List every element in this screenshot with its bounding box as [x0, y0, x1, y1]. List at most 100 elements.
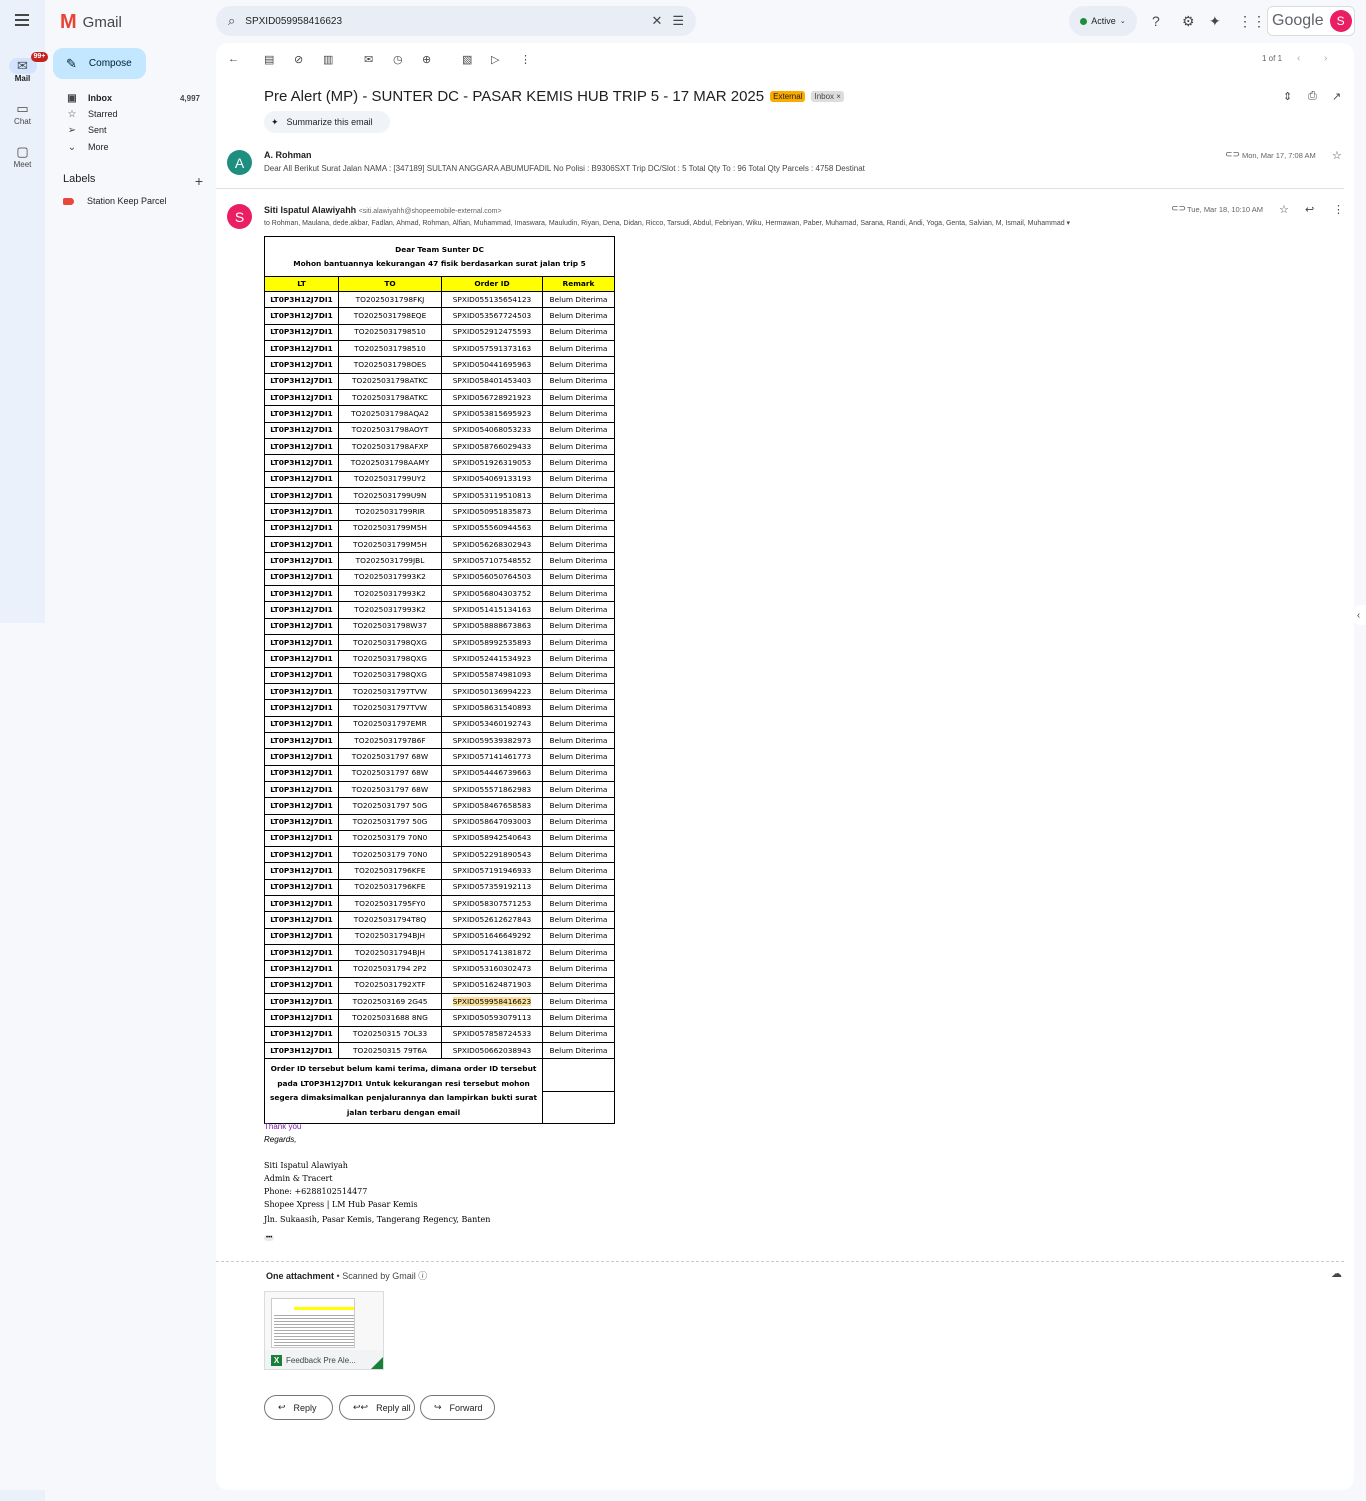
- open-new-window-icon[interactable]: ↗: [1332, 90, 1341, 103]
- table-row: LT0P3H12J7DI1 TO2025031798ATKC SPXID058401…: [264, 372, 615, 390]
- table-cell-rm: Belum Diterima: [542, 682, 615, 701]
- reply-button[interactable]: ↩ Reply: [264, 1395, 333, 1420]
- gmail-logo[interactable]: M Gmail: [60, 11, 122, 33]
- forward-button[interactable]: ↪ Forward: [420, 1395, 495, 1420]
- mark-unread-icon[interactable]: ✉: [364, 53, 373, 66]
- main-menu-icon[interactable]: [15, 14, 29, 29]
- table-cell-lt: LT0P3H12J7DI1: [264, 813, 339, 831]
- table-cell-to: TO2025031797 50G: [338, 797, 442, 815]
- status-button[interactable]: Active ⌄: [1069, 6, 1137, 36]
- summarize-button[interactable]: ✦ Summarize this email: [264, 111, 390, 133]
- more-vert-icon[interactable]: ⋮: [1333, 203, 1344, 216]
- gear-icon[interactable]: ⚙: [1182, 13, 1195, 30]
- star-icon[interactable]: ☆: [1279, 203, 1289, 216]
- pre-alert-table: Dear Team Sunter DC Mohon bantuannya kek…: [264, 236, 615, 1125]
- snooze-icon[interactable]: ◷: [393, 53, 403, 66]
- add-label-icon[interactable]: +: [195, 173, 203, 189]
- rail-meet[interactable]: ▢ Meet: [0, 144, 45, 169]
- recipients-line[interactable]: to Rohman, Maulana, dede.akbar, Fadlan, …: [264, 219, 1070, 227]
- search-bar[interactable]: ⌕ ✕ ☰: [216, 6, 696, 36]
- search-icon[interactable]: ⌕: [228, 13, 235, 29]
- gemini-icon[interactable]: ✦: [1209, 13, 1221, 30]
- table-row: LT0P3H12J7DI1 TO2025031799RIR SPXID0509518…: [264, 503, 615, 521]
- table-cell-lt: LT0P3H12J7DI1: [264, 519, 339, 537]
- table-cell-to: TO2025031798AOYT: [338, 421, 442, 439]
- table-cell-rm: Belum Diterima: [542, 927, 615, 946]
- sender-name[interactable]: A. Rohman: [264, 150, 312, 160]
- help-icon[interactable]: ?: [1152, 13, 1160, 29]
- show-side-panel-icon[interactable]: ‹: [1351, 605, 1366, 625]
- add-task-icon[interactable]: ⊕: [422, 53, 431, 66]
- table-row: LT0P3H12J7DI1 TO20250317993K2 SPXID0560507…: [264, 568, 615, 586]
- table-cell-oid: SPXID055571862983: [441, 780, 543, 799]
- table-row: LT0P3H12J7DI1 TO2025031796KFE SPXID0571919…: [264, 862, 615, 880]
- reply-all-button[interactable]: ↩↩ Reply all: [339, 1395, 415, 1420]
- sidebar-item-sent[interactable]: ➢ Sent: [53, 122, 208, 138]
- sidebar-item-starred[interactable]: ☆ Starred: [53, 106, 208, 122]
- table-cell-oid: SPXID055135654123: [441, 290, 543, 309]
- compose-button[interactable]: ✎ Compose: [53, 48, 146, 79]
- table-cell-lt: LT0P3H12J7DI1: [264, 1042, 339, 1060]
- table-row: LT0P3H12J7DI1 TO2025031798AAMY SPXID051926…: [264, 454, 615, 472]
- app-rail: [0, 0, 45, 623]
- rail-mail[interactable]: ✉ 99+ Mail: [0, 52, 49, 83]
- external-badge: External: [770, 91, 806, 102]
- table-row: LT0P3H12J7DI1 TO2025031688 8NG SPXID050593…: [264, 1009, 615, 1027]
- show-trimmed-content-button[interactable]: •••: [264, 1235, 275, 1241]
- chat-icon: ▭: [16, 101, 29, 116]
- back-arrow-icon[interactable]: ←: [228, 53, 239, 65]
- search-input[interactable]: [245, 15, 642, 27]
- table-row: LT0P3H12J7DI1 TO2025031799M5H SPXID0555609…: [264, 519, 615, 537]
- attachment-thumbnail[interactable]: X Feedback Pre Ale...: [264, 1291, 384, 1370]
- expand-all-icon[interactable]: ⇕: [1283, 90, 1292, 103]
- archive-icon[interactable]: ▤: [264, 53, 274, 66]
- table-cell-lt: LT0P3H12J7DI1: [264, 421, 339, 439]
- table-cell-oid: SPXID057858724533: [441, 1025, 543, 1044]
- save-to-drive-icon[interactable]: ☁: [1331, 1267, 1342, 1280]
- mail-icon: ✉ 99+: [8, 52, 49, 74]
- table-cell-rm: Belum Diterima: [542, 993, 615, 1011]
- delete-icon[interactable]: ▥: [323, 53, 333, 66]
- table-cell-rm: Belum Diterima: [542, 290, 615, 309]
- message-snippet[interactable]: Dear All Berikut Surat Jalan NAMA : [347…: [264, 164, 865, 173]
- sidebar-item-inbox[interactable]: ▣ Inbox 4,997: [53, 90, 208, 106]
- sender-email: <siti.alawiyahh@shopeemobile-external.co…: [358, 208, 502, 215]
- sidebar-item-more[interactable]: ⌄ More: [53, 139, 208, 155]
- table-cell-to: TO2025031799M5H: [338, 519, 442, 537]
- table-cell-to: TO20250317993K2: [338, 584, 442, 603]
- label-icon[interactable]: ▷: [491, 53, 499, 66]
- table-cell-oid: SPXID058307571253: [441, 895, 543, 913]
- print-icon[interactable]: ⎙: [1308, 90, 1317, 103]
- table-row: LT0P3H12J7DI1 TO2025031796KFE SPXID0573591…: [264, 878, 615, 897]
- report-spam-icon[interactable]: ⊘: [294, 53, 303, 66]
- scanned-by-gmail: Scanned by Gmail: [342, 1271, 416, 1281]
- label-station-keep-parcel[interactable]: Station Keep Parcel: [63, 196, 167, 206]
- prev-page-icon[interactable]: ‹: [1297, 53, 1300, 64]
- search-options-icon[interactable]: ☰: [672, 13, 684, 29]
- more-vert-icon[interactable]: ⋮: [520, 53, 531, 66]
- star-icon[interactable]: ☆: [1332, 149, 1342, 162]
- move-to-icon[interactable]: ▧: [462, 53, 472, 66]
- table-footer-row: Order ID tersebut belum kami terima, dim…: [264, 1058, 615, 1125]
- reply-icon[interactable]: ↩: [1305, 203, 1314, 216]
- table-row: LT0P3H12J7DI1 TO2025031799U9N SPXID0531195…: [264, 486, 615, 505]
- rail-chat[interactable]: ▭ Chat: [0, 101, 45, 126]
- clear-search-icon[interactable]: ✕: [651, 13, 662, 29]
- table-cell-lt: LT0P3H12J7DI1: [264, 307, 339, 325]
- apps-grid-icon[interactable]: ⋮⋮: [1238, 13, 1266, 30]
- info-icon[interactable]: ⓘ: [418, 1271, 427, 1281]
- table-cell-oid: SPXID055874981093: [441, 666, 543, 684]
- table-row: LT0P3H12J7DI1 TO2025031798AQA2 SPXID053815…: [264, 405, 615, 423]
- table-cell-oid: SPXID053460192743: [441, 715, 543, 733]
- inbox-label-chip[interactable]: Inbox ×: [811, 91, 844, 102]
- table-cell-rm: Belum Diterima: [542, 1009, 615, 1027]
- google-account-button[interactable]: Google S: [1267, 6, 1355, 36]
- table-row: LT0P3H12J7DI1 TO2025031795FY0 SPXID0583075…: [264, 895, 615, 913]
- table-cell-oid: SPXID058467658583: [441, 797, 543, 815]
- sender-line[interactable]: Siti Ispatul Alawiyahh <siti.alawiyahh@s…: [264, 205, 502, 215]
- sidebar-item-label: Inbox: [88, 93, 112, 103]
- table-cell-rm: Belum Diterima: [542, 699, 615, 717]
- sender-name: Siti Ispatul Alawiyahh: [264, 205, 357, 215]
- table-cell-to: TO2025031798510: [338, 339, 442, 358]
- next-page-icon[interactable]: ›: [1324, 53, 1327, 64]
